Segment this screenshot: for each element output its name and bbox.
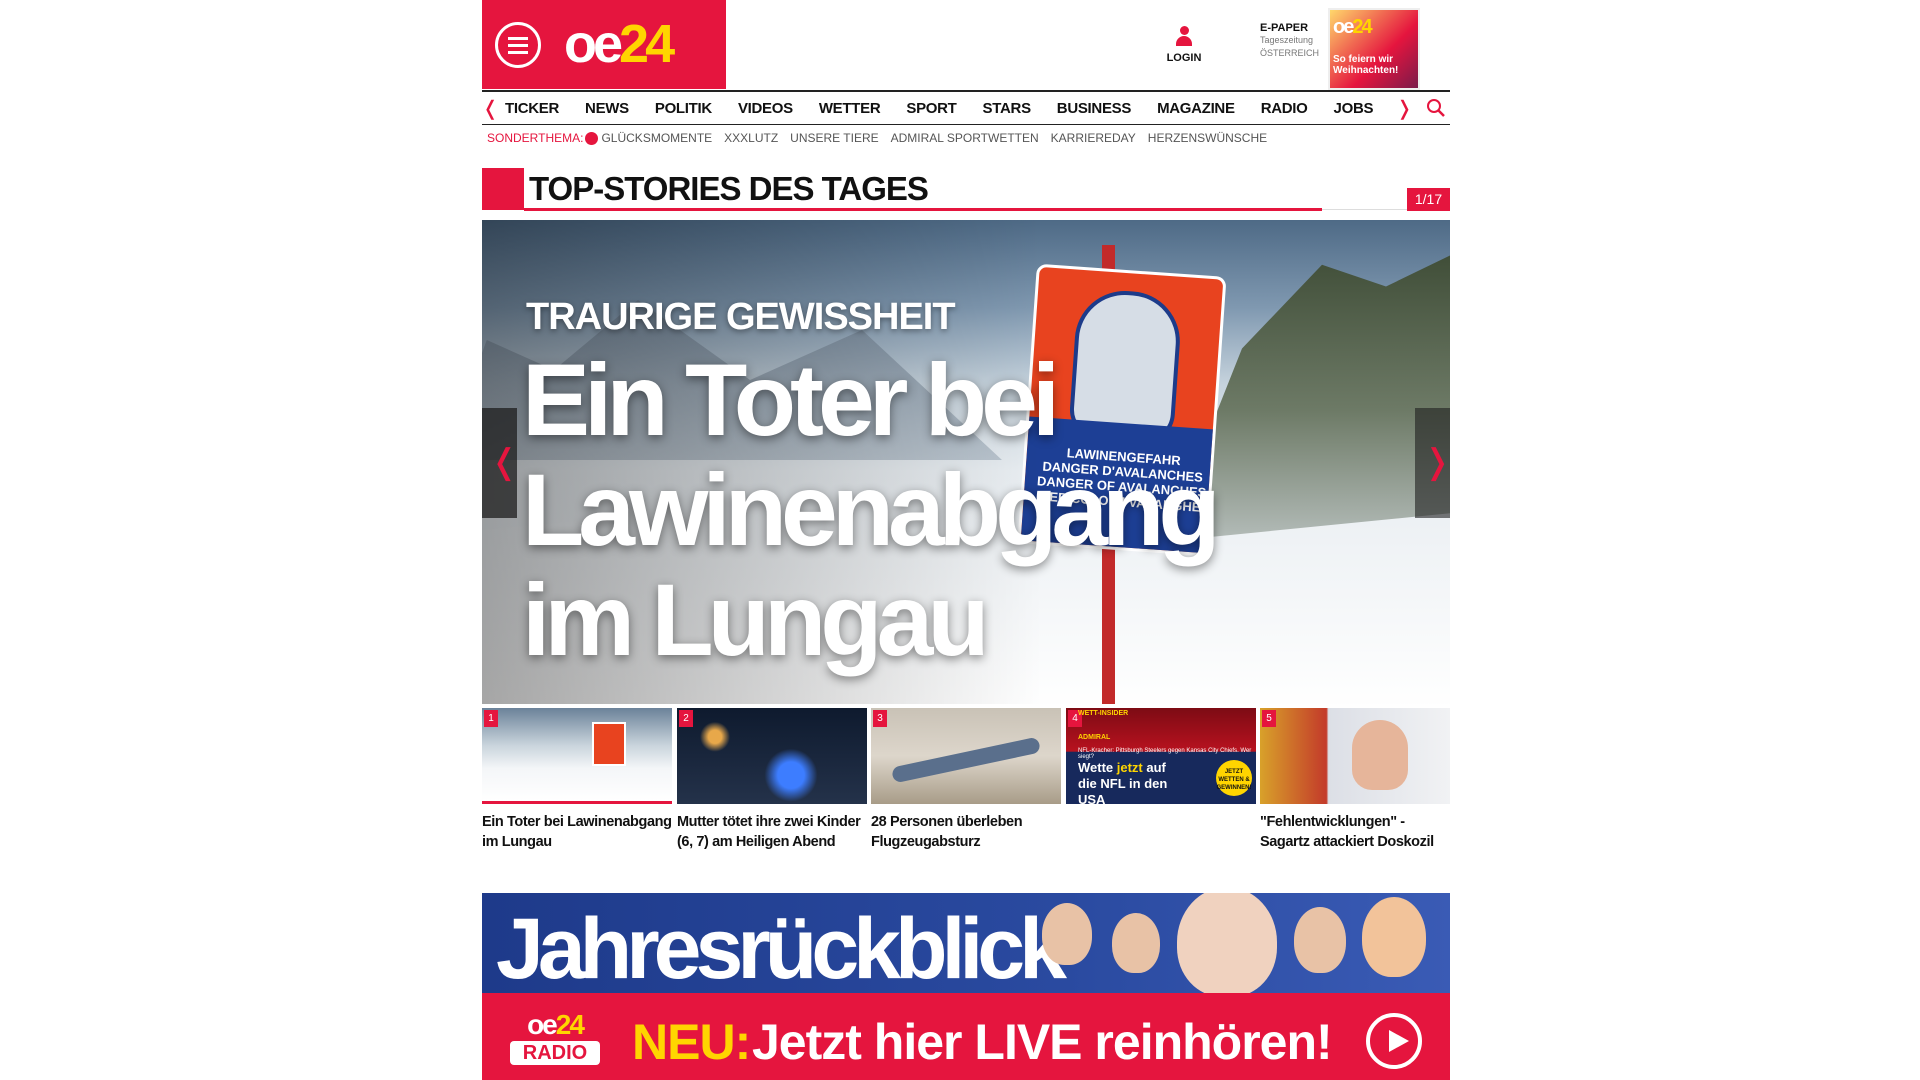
ad-small-text: NFL-Kracher: Pittsburgh Steelers gegen K… [1078, 748, 1252, 760]
thumb-caption: Mutter tötet ihre zwei Kinder (6, 7) am … [677, 814, 861, 850]
nav-item-sport[interactable]: SPORT [906, 100, 956, 117]
thumb-number: 5 [1262, 710, 1276, 727]
thumb-number: 3 [873, 710, 887, 727]
menu-icon[interactable] [495, 22, 541, 68]
nav-item-radio[interactable]: RADIO [1261, 100, 1308, 117]
login-label: LOGIN [1166, 52, 1202, 64]
brand-header: oe24 [482, 0, 726, 89]
page: oe24 LOGIN E-PAPER Tageszeitung ÖSTERREI… [482, 0, 1452, 1080]
nav-next-icon[interactable]: ❭ [1396, 96, 1413, 121]
banner-portraits [1032, 893, 1442, 997]
thumb-image: 5 [1260, 708, 1450, 804]
section-title: TOP-STORIES DES TAGES [529, 170, 929, 207]
chevron-right-icon: ❭ [1423, 443, 1452, 481]
special-topics-label: SONDERTHEMA: [487, 131, 584, 145]
login-button[interactable]: LOGIN [1164, 26, 1204, 64]
hero-headline[interactable]: Ein Toter bei Lawinenabgang im Lungau [522, 345, 1221, 675]
banner-neu: NEU: [632, 1014, 751, 1070]
ad-kicker: WETT-INSIDER [1078, 710, 1129, 717]
nav-item-videos[interactable]: VIDEOS [738, 100, 793, 117]
thumb-ad[interactable]: 4 WETT-INSIDER ADMIRAL NFL-Kracher: Pitt… [1066, 708, 1256, 812]
topic-gluecksmomente[interactable]: GLÜCKSMOMENTE [601, 131, 712, 145]
hero-kicker[interactable]: TRAURIGE GEWISSHEIT [526, 296, 956, 339]
user-icon [1175, 26, 1193, 48]
play-icon[interactable] [1366, 1013, 1422, 1069]
main-nav: ❬ TICKER NEWS POLITIK VIDEOS WETTER SPOR… [482, 90, 1450, 125]
ad-brand: ADMIRAL [1078, 734, 1111, 741]
topic-xxxlutz[interactable]: XXXLUTZ [724, 131, 778, 145]
topic-unsere-tiere[interactable]: UNSERE TIERE [790, 131, 878, 145]
search-icon[interactable] [1426, 98, 1446, 118]
cover-headline: So feiern wir Weihnachten! [1333, 54, 1399, 76]
topic-herzenswuensche[interactable]: HERZENSWÜNSCHE [1148, 131, 1267, 145]
thumb-story-1[interactable]: 1 Ein Toter bei Lawinenabgang im Lungau [482, 708, 672, 852]
section-accent [482, 168, 524, 210]
ad-headline: Wette jetzt auf die NFL in den USA [1078, 760, 1168, 804]
thumb-number: 1 [484, 710, 498, 727]
thumb-story-3[interactable]: 3 28 Personen überleben Flugzeugabsturz [871, 708, 1061, 852]
thumb-caption: 28 Personen überleben Flugzeugabsturz [871, 814, 1023, 850]
topic-karriereday[interactable]: KARRIEREDAY [1051, 131, 1136, 145]
nav-item-politik[interactable]: POLITIK [655, 100, 712, 117]
epaper-cover[interactable]: oe24 So feiern wir Weihnachten! [1328, 8, 1420, 90]
nav-prev-icon[interactable]: ❬ [482, 96, 499, 121]
portrait [1177, 893, 1277, 997]
thumb-number: 2 [679, 710, 693, 727]
chevron-left-icon: ❬ [490, 443, 519, 481]
nav-item-news[interactable]: NEWS [585, 100, 629, 117]
epaper-sub1: Tageszeitung [1260, 35, 1314, 45]
site-logo[interactable]: oe24 [564, 14, 675, 74]
thumb-image: 2 [677, 708, 867, 804]
epaper-link[interactable]: E-PAPER Tageszeitung ÖSTERREICH [1260, 22, 1319, 60]
story-thumbnails: 1 Ein Toter bei Lawinenabgang im Lungau … [482, 708, 1450, 850]
thumb-image: 1 [482, 708, 672, 804]
banner-headline: Jahresrückblick [496, 901, 1067, 997]
nav-item-wetter[interactable]: WETTER [819, 100, 881, 117]
portrait [1112, 913, 1160, 973]
slide-counter: 1/17 [1407, 188, 1450, 211]
epaper-title: E-PAPER [1260, 22, 1309, 34]
thumb-caption: "Fehlentwicklungen" - Sagartz attackiert… [1260, 814, 1434, 850]
ad-image: 4 WETT-INSIDER ADMIRAL NFL-Kracher: Pitt… [1066, 708, 1256, 804]
section-underline [524, 208, 1322, 211]
thumb-image: 3 [871, 708, 1061, 804]
thumb-caption: Ein Toter bei Lawinenabgang im Lungau [482, 814, 672, 850]
ad-badge: JETZT WETTEN & GEWINNEN! [1216, 760, 1252, 796]
nav-list: TICKER NEWS POLITIK VIDEOS WETTER SPORT … [505, 92, 1399, 125]
thumb-story-5[interactable]: 5 "Fehlentwicklungen" - Sagartz attackie… [1260, 708, 1450, 852]
thumb-story-2[interactable]: 2 Mutter tötet ihre zwei Kinder (6, 7) a… [677, 708, 867, 852]
nav-item-business[interactable]: BUSINESS [1057, 100, 1132, 117]
topic-admiral-sportwetten[interactable]: ADMIRAL SPORTWETTEN [891, 131, 1039, 145]
nav-item-stars[interactable]: STARS [983, 100, 1032, 117]
epaper-sub2: ÖSTERREICH [1260, 48, 1320, 58]
hero-prev-button[interactable]: ❬ [482, 408, 519, 518]
cover-logo: oe24 [1333, 16, 1373, 38]
nav-item-jobs[interactable]: JOBS [1334, 100, 1374, 117]
radio-banner[interactable]: Jahresrückblick oe24 RADIO NEU: Jetzt hi… [482, 893, 1450, 1080]
portrait [1042, 903, 1092, 965]
special-topics-bar: SONDERTHEMA: GLÜCKSMOMENTE XXXLUTZ UNSER… [487, 130, 1279, 146]
banner-cta: Jetzt hier LIVE reinhören! [752, 1014, 1333, 1070]
radio-logo: oe24 RADIO [510, 1011, 600, 1067]
nav-item-ticker[interactable]: TICKER [505, 100, 559, 117]
portrait [1362, 897, 1426, 977]
hero-next-button[interactable]: ❭ [1415, 408, 1452, 518]
sparkle-icon [585, 131, 599, 145]
nav-item-magazine[interactable]: MAGAZINE [1157, 100, 1235, 117]
portrait [1294, 907, 1346, 973]
banner-top: Jahresrückblick [482, 893, 1450, 997]
